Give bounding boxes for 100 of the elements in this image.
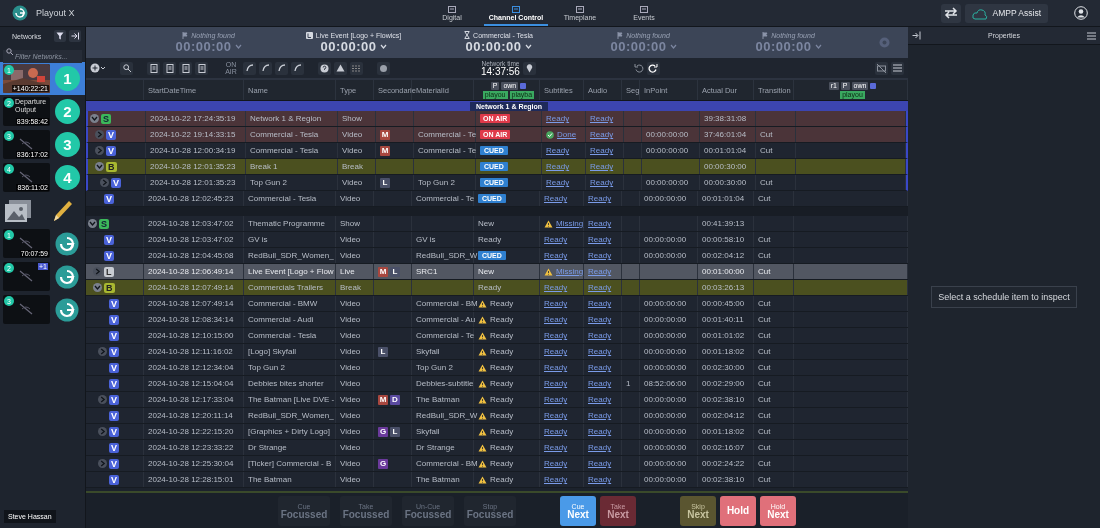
audio-link[interactable]: Ready xyxy=(588,427,612,436)
expand-toggle[interactable] xyxy=(93,267,102,276)
subtitles-link[interactable]: Ready xyxy=(544,427,568,436)
collapse-toggle[interactable] xyxy=(93,283,102,292)
user-icon[interactable] xyxy=(1074,6,1088,20)
audio-link[interactable]: Ready xyxy=(588,363,612,372)
expand-toggle[interactable] xyxy=(98,459,107,468)
redo-button[interactable] xyxy=(646,61,660,75)
schedule-row[interactable]: V 2024-10-28 12:07:49:14 Commercial - BMW Video Commercial - BM Ready Ready Ready 00:00:00:00 00:00:45:00 Cut xyxy=(86,296,908,312)
collapse-toggle[interactable] xyxy=(95,162,104,171)
hide-button[interactable] xyxy=(875,61,888,75)
schedule-row[interactable]: B 2024-10-28 12:07:49:14 Commercials Trailers Break Ready Ready Ready 00:03:26:13 xyxy=(86,280,908,296)
schedule-row[interactable]: V 2024-10-28 12:10:15:00 Commercial - Tesla Video Commercial - Te Ready Ready Ready 00:00:00:00 00:01:01:02 Cut xyxy=(86,328,908,344)
collapse-toggle[interactable] xyxy=(88,219,97,228)
subtitles-link[interactable]: Ready xyxy=(544,475,568,484)
audio-link[interactable]: Ready xyxy=(588,443,612,452)
expand-toggle[interactable] xyxy=(95,130,104,139)
document-button[interactable] xyxy=(179,61,192,75)
audio-link[interactable]: Ready xyxy=(588,331,612,340)
subtitles-link[interactable]: Ready xyxy=(544,459,568,468)
subtitles-link[interactable]: Ready xyxy=(544,411,568,420)
subtitles-link[interactable]: Ready xyxy=(544,194,568,203)
action-button[interactable]: Hold xyxy=(720,496,756,526)
audio-link[interactable]: Ready xyxy=(588,235,612,244)
subtitles-link[interactable]: Ready xyxy=(544,395,568,404)
schedule-row[interactable]: S 2024-10-28 12:03:47:02 Thematic Programme Show New Missing Ready 00:41:39:13 xyxy=(86,216,908,232)
schedule-row[interactable]: V 2024-10-28 12:15:04:04 Debbies bites shorter Video Debbies-subtitle Ready Ready Ready 1 08:52:06:00 00:02:29:00 Cut xyxy=(86,376,908,392)
subtitles-link[interactable]: Ready xyxy=(546,178,570,187)
audio-link[interactable]: Ready xyxy=(588,411,612,420)
subtitles-link[interactable]: Ready xyxy=(544,363,568,372)
audio-link[interactable]: Ready xyxy=(590,178,614,187)
document-button[interactable] xyxy=(163,61,176,75)
audio-link[interactable]: Ready xyxy=(588,299,612,308)
menu-button[interactable] xyxy=(891,61,904,75)
collapse-toggle[interactable] xyxy=(90,114,99,123)
transition-button[interactable] xyxy=(243,61,256,75)
schedule-row[interactable]: V 2024-10-28 12:12:34:04 Top Gun 2 Video Top Gun 2 Ready Ready Ready 00:00:00:00 00:02:30:00 Cut xyxy=(86,360,908,376)
subtitles-link[interactable]: Ready xyxy=(544,315,568,324)
location-button[interactable] xyxy=(522,61,536,75)
record-button[interactable] xyxy=(377,61,390,75)
schedule-row[interactable]: V 2024-10-28 12:28:15:01 The Batman Video The Batman Ready Ready Ready 00:00:00:00 00:02:38:10 Cut xyxy=(86,472,908,488)
audio-link[interactable]: Ready xyxy=(590,146,614,155)
audio-link[interactable]: Ready xyxy=(590,114,614,123)
filter-button[interactable] xyxy=(54,30,66,42)
alert-button[interactable] xyxy=(334,61,347,75)
expand-toggle[interactable] xyxy=(98,395,107,404)
schedule-row[interactable]: V 2024-10-28 12:20:11:14 RedBull_SDR_Women_ Video RedBull_SDR_W Ready Ready Ready 00:00:00:00 00:02:04:12 Cut xyxy=(86,408,908,424)
search-button[interactable] xyxy=(120,61,133,75)
subtitles-link[interactable]: Ready xyxy=(544,379,568,388)
audio-link[interactable]: Ready xyxy=(588,475,612,484)
transition-button[interactable] xyxy=(259,61,272,75)
audio-link[interactable]: Ready xyxy=(588,459,612,468)
document-button[interactable] xyxy=(147,61,160,75)
expand-toggle[interactable] xyxy=(95,146,104,155)
audio-link[interactable]: Ready xyxy=(588,379,612,388)
subtitles-link[interactable]: Missing xyxy=(556,219,584,228)
subtitles-link[interactable]: Ready xyxy=(544,331,568,340)
expand-toggle[interactable] xyxy=(98,427,107,436)
channel-number: 1 xyxy=(55,66,80,91)
transition-button[interactable] xyxy=(291,61,304,75)
expand-toggle[interactable] xyxy=(98,347,107,356)
schedule-row[interactable]: V 2024-10-28 12:22:15:20 [Graphics + Dirty Logo] Video G L Skyfall Ready Ready Ready 00:00:00:00 00:01:18:02 Cut xyxy=(86,424,908,440)
schedule-row[interactable]: V 2024-10-28 12:25:30:04 [Ticker] Commercial - B Video G Commercial - BM Ready Ready Ready 00:00:00:00 00:02:24:22 Cut xyxy=(86,456,908,472)
audio-link[interactable]: Ready xyxy=(588,347,612,356)
audio-link[interactable]: Ready xyxy=(588,315,612,324)
schedule-row[interactable]: V 2024-10-28 12:11:16:02 [Logo] Skyfall Video L Skyfall Ready Ready Ready 00:00:00:00 00:01:18:02 Cut xyxy=(86,344,908,360)
subtitles-link[interactable]: Done xyxy=(557,130,577,139)
expand-toggle[interactable] xyxy=(100,178,109,187)
undo-icon[interactable] xyxy=(633,63,644,73)
schedule-row[interactable]: L 2024-10-28 12:06:49:14 Live Event [Logo + Flow Live M L SRC1 New Missing Ready 00:01:00:00 Cut xyxy=(86,264,908,280)
subtitles-link[interactable]: Ready xyxy=(546,162,570,171)
assist-button[interactable]: AMPP Assist xyxy=(964,3,1048,23)
transition-button[interactable] xyxy=(275,61,288,75)
menu-icon[interactable] xyxy=(1087,31,1096,40)
subtitles-link[interactable]: Ready xyxy=(544,235,568,244)
subtitles-link[interactable]: Ready xyxy=(544,299,568,308)
audio-link[interactable]: Ready xyxy=(588,251,612,260)
audio-link[interactable]: Ready xyxy=(588,395,612,404)
schedule-row[interactable]: V 2024-10-28 12:17:33:04 The Batman [Live DVE - Video M D The Batman Ready Ready Ready 00:00:00:00 00:02:38:10 Cut xyxy=(86,392,908,408)
schedule-row[interactable]: V 2024-10-28 12:03:47:02 GV is Video GV is Ready Ready Ready 00:00:00:00 00:00:58:10 Cut xyxy=(86,232,908,248)
swap-button[interactable] xyxy=(940,3,961,23)
document-button[interactable] xyxy=(195,61,208,75)
help-button[interactable] xyxy=(318,61,331,75)
add-icon[interactable] xyxy=(90,63,106,73)
subtitles-link[interactable]: Ready xyxy=(544,283,568,292)
grid-button[interactable] xyxy=(350,61,363,75)
schedule-row[interactable]: V 2024-10-28 12:08:34:14 Commercial - Audi Video Commercial - Au Ready Ready Ready 00:00:00:00 00:01:40:11 Cut xyxy=(86,312,908,328)
audio-link[interactable]: Ready xyxy=(588,194,612,203)
subtitles-link[interactable]: Ready xyxy=(544,251,568,260)
audio-link[interactable]: Ready xyxy=(590,162,614,171)
collapse-button[interactable] xyxy=(69,30,81,42)
audio-link[interactable]: Ready xyxy=(590,130,614,139)
subtitles-link[interactable]: Ready xyxy=(544,347,568,356)
subtitles-link[interactable]: Ready xyxy=(546,146,570,155)
subtitles-link[interactable]: Ready xyxy=(546,114,570,123)
expand-icon[interactable] xyxy=(912,31,921,40)
audio-link[interactable]: Ready xyxy=(588,283,612,292)
audio-link[interactable]: Ready xyxy=(588,219,612,228)
subtitles-link[interactable]: Ready xyxy=(544,443,568,452)
schedule-row[interactable]: V 2024-10-28 12:23:33:22 Dr Strange Video Dr Strange Ready Ready Ready 00:00:00:00 00:02:16:07 Cut xyxy=(86,440,908,456)
